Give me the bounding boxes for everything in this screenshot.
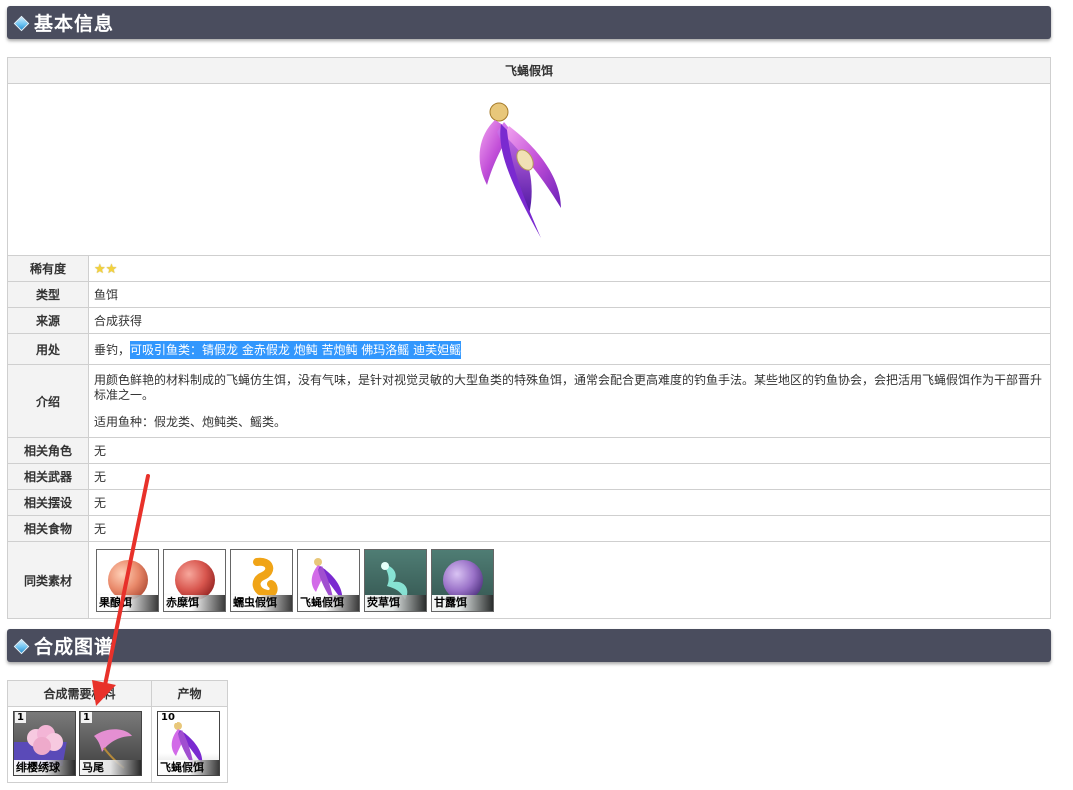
row-value-source: 合成获得 xyxy=(88,307,1051,334)
intro-paragraph: 用颜色鲜艳的材料制成的飞蝇仿生饵，没有气味，是针对视觉灵敏的大型鱼类的特殊鱼饵，… xyxy=(94,372,1043,402)
diamond-icon xyxy=(15,640,27,652)
row-value-related-weapons: 无 xyxy=(88,463,1051,490)
product-card[interactable]: 10 飞蝇假饵 xyxy=(157,711,220,776)
similar-materials-cell: 果酿饵 赤糜饵 蠕虫假饵 飞蝇假饵 荧草饵 甘露饵 xyxy=(88,541,1051,619)
material-card[interactable]: 赤糜饵 xyxy=(163,548,226,612)
material-card[interactable]: 果酿饵 xyxy=(96,548,159,612)
header-product: 产物 xyxy=(151,680,228,707)
intro-fish-types: 适用鱼种：假龙类、炮鲀类、鳐类。 xyxy=(94,414,287,429)
row-value-type: 鱼饵 xyxy=(88,281,1051,308)
row-label-related-food: 相关食物 xyxy=(7,515,89,542)
material-card[interactable]: 1 马尾 xyxy=(79,711,142,776)
section-header-basic-info: 基本信息 xyxy=(7,6,1051,39)
row-label-related-characters: 相关角色 xyxy=(7,437,89,464)
usage-plain-text: 垂钓， xyxy=(94,342,131,357)
row-label-source: 来源 xyxy=(7,307,89,334)
row-value-related-characters: 无 xyxy=(88,437,1051,464)
material-card[interactable]: 甘露饵 xyxy=(431,548,494,612)
material-card[interactable]: 1 绯樱绣球 xyxy=(13,711,76,776)
material-card[interactable]: 飞蝇假饵 xyxy=(297,548,360,612)
row-label-related-furnishings: 相关摆设 xyxy=(7,489,89,516)
item-image-cell xyxy=(7,83,1051,256)
row-label-type: 类型 xyxy=(7,281,89,308)
usage-selected-text[interactable]: 可吸引鱼类：锖假龙 金赤假龙 炮鲀 苦炮鲀 佛玛洛鳐 迪芙妲鳐 xyxy=(130,340,462,359)
row-label-intro: 介绍 xyxy=(7,364,89,438)
row-label-similar-materials: 同类素材 xyxy=(7,541,89,619)
crafting-table: 合成需要材料 产物 1 绯樱绣球 1 马尾 10 飞蝇假饵 xyxy=(7,680,228,783)
section-title: 基本信息 xyxy=(34,13,115,35)
item-name: 飞蝇假饵 xyxy=(7,57,1051,84)
row-value-usage[interactable]: 垂钓，可吸引鱼类：锖假龙 金赤假龙 炮鲀 苦炮鲀 佛玛洛鳐 迪芙妲鳐 xyxy=(88,333,1051,365)
material-card[interactable]: 蠕虫假饵 xyxy=(230,548,293,612)
row-label-related-weapons: 相关武器 xyxy=(7,463,89,490)
row-label-usage: 用处 xyxy=(7,333,89,365)
product-cell: 10 飞蝇假饵 xyxy=(151,706,228,783)
item-info-table: 飞蝇假饵 稀有度 ★ ★ 类型 鱼饵 来源 合成获得 用处 垂钓，可吸引鱼类：锖… xyxy=(7,57,1051,619)
material-card[interactable]: 荧草饵 xyxy=(364,548,427,612)
fly-lure-icon xyxy=(479,102,561,238)
rarity-stars: ★ ★ xyxy=(88,255,1051,282)
section-title: 合成图谱 xyxy=(34,636,115,658)
diamond-icon xyxy=(15,17,27,29)
star-icon: ★ xyxy=(94,261,106,277)
row-label-rarity: 稀有度 xyxy=(7,255,89,282)
row-value-related-food: 无 xyxy=(88,515,1051,542)
materials-cell: 1 绯樱绣球 1 马尾 xyxy=(7,706,152,783)
row-value-intro: 用颜色鲜艳的材料制成的飞蝇仿生饵，没有气味，是针对视觉灵敏的大型鱼类的特殊鱼饵，… xyxy=(88,364,1051,438)
row-value-related-furnishings: 无 xyxy=(88,489,1051,516)
section-header-crafting: 合成图谱 xyxy=(7,629,1051,662)
header-materials: 合成需要材料 xyxy=(7,680,152,707)
star-icon: ★ xyxy=(105,261,118,277)
